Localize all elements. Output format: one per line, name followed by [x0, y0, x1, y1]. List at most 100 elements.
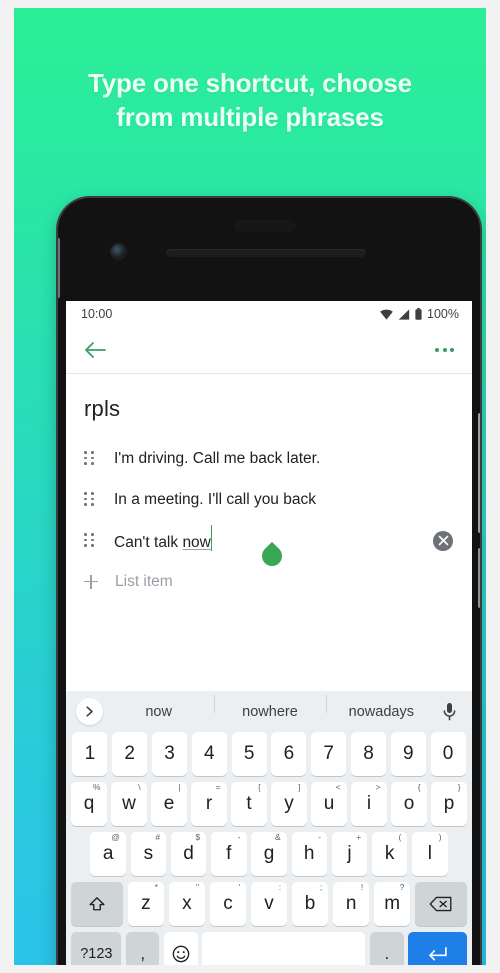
key-sup: }	[457, 782, 461, 792]
key-v[interactable]: :v	[250, 882, 288, 926]
period-key[interactable]: .	[370, 932, 404, 965]
key-sup: {	[417, 782, 421, 792]
key-7[interactable]: 7	[311, 732, 347, 776]
headline-line-2: from multiple phrases	[116, 102, 384, 132]
key-6[interactable]: 6	[271, 732, 307, 776]
phrase-text-plain: Can't talk	[114, 533, 183, 551]
key-e[interactable]: | e	[151, 782, 187, 826]
suggestion-items: now nowhere nowadays	[103, 694, 437, 720]
key-i[interactable]: > i	[351, 782, 387, 826]
key-p[interactable]: } p	[431, 782, 467, 826]
key-h[interactable]: -h	[291, 832, 327, 876]
key-k[interactable]: (k	[371, 832, 408, 876]
key-sup: ;	[319, 882, 323, 892]
key-label: e	[163, 793, 175, 814]
drag-handle-icon[interactable]	[84, 492, 96, 507]
key-sup: $	[195, 832, 201, 842]
key-label: a	[102, 843, 114, 864]
status-time: 10:00	[81, 307, 113, 321]
keyboard-row-function: ?123 , .	[66, 932, 472, 965]
phrase-text[interactable]: I'm driving. Call me back later.	[114, 450, 320, 468]
key-label: f	[226, 843, 232, 864]
key-l[interactable]: ) l	[412, 832, 448, 876]
key-o[interactable]: {o	[391, 782, 427, 826]
key-b[interactable]: ; b	[291, 882, 329, 926]
key-3[interactable]: 3	[152, 732, 188, 776]
key-label: n	[345, 893, 357, 914]
key-sup: (	[398, 832, 402, 842]
drag-handle-icon[interactable]	[84, 533, 96, 548]
suggestion-nowhere[interactable]: nowhere	[214, 694, 325, 720]
shortcut-field[interactable]: rpls	[66, 374, 472, 428]
key-r[interactable]: = r	[191, 782, 227, 826]
key-sup: #	[155, 832, 161, 842]
phrase-row[interactable]: I'm driving. Call me back later.	[66, 438, 472, 479]
key-label: j	[347, 843, 352, 864]
phrase-text[interactable]: In a meeting. I'll call you back	[114, 491, 316, 509]
key-m[interactable]: ? m	[374, 882, 411, 926]
keyboard-row-top: % q \ w | e = r [t ] y < u > i {o } p	[66, 782, 472, 826]
key-5[interactable]: 5	[231, 732, 267, 776]
key-q[interactable]: % q	[71, 782, 107, 826]
phrase-text-spellchecked: now	[182, 533, 211, 551]
status-bar: 10:00 100%	[66, 301, 472, 327]
key-label: q	[83, 793, 95, 814]
key-label: d	[183, 843, 194, 864]
symbols-key[interactable]: ?123	[71, 932, 122, 965]
key-d[interactable]: $ d	[170, 832, 207, 876]
key-sup: \	[138, 782, 141, 792]
key-9[interactable]: 9	[390, 732, 426, 776]
key-label: t	[246, 793, 252, 814]
overflow-menu-icon[interactable]	[435, 348, 454, 352]
drag-handle-icon[interactable]	[84, 451, 96, 466]
suggestion-now[interactable]: now	[103, 704, 214, 720]
add-list-item-row[interactable]: List item	[66, 561, 472, 602]
key-t[interactable]: [t	[231, 782, 267, 826]
key-s[interactable]: # s	[130, 832, 167, 876]
backspace-icon[interactable]	[415, 882, 467, 926]
key-8[interactable]: 8	[350, 732, 386, 776]
add-list-item-label: List item	[115, 572, 173, 590]
clear-circle-icon[interactable]	[433, 530, 453, 551]
key-sup: @	[111, 832, 120, 842]
key-4[interactable]: 4	[191, 732, 227, 776]
on-screen-keyboard: now nowhere nowadays 1 2 3 4 5 6 7 8 9 0…	[66, 691, 472, 965]
speaker-grille-icon	[166, 249, 366, 257]
key-a[interactable]: @ a	[90, 832, 126, 876]
key-sup: :	[278, 882, 282, 892]
key-label: w	[122, 793, 136, 814]
key-sup: |	[178, 782, 181, 792]
key-n[interactable]: ! n	[332, 882, 370, 926]
space-key[interactable]	[202, 932, 366, 965]
key-1[interactable]: 1	[72, 732, 108, 776]
phone-top-bezel	[58, 198, 480, 308]
phrase-text[interactable]: Can't talk now	[114, 524, 213, 554]
key-sup: +	[356, 832, 362, 842]
suggestion-nowadays[interactable]: nowadays	[325, 694, 437, 720]
back-arrow-icon[interactable]	[84, 340, 106, 360]
chevron-right-icon[interactable]	[76, 698, 103, 725]
key-j[interactable]: + j	[331, 832, 368, 876]
emoji-icon[interactable]	[164, 932, 198, 965]
key-c[interactable]: ' c	[209, 882, 247, 926]
phrase-row[interactable]: In a meeting. I'll call you back	[66, 479, 472, 520]
key-f[interactable]: -f	[211, 832, 247, 876]
key-sup: '	[238, 882, 241, 892]
key-u[interactable]: < u	[311, 782, 347, 826]
key-0[interactable]: 0	[430, 732, 466, 776]
key-g[interactable]: & g	[251, 832, 287, 876]
enter-icon[interactable]	[408, 932, 467, 965]
key-x[interactable]: " x	[168, 882, 206, 926]
microphone-icon[interactable]	[437, 702, 461, 721]
key-w[interactable]: \ w	[111, 782, 147, 826]
key-2[interactable]: 2	[112, 732, 148, 776]
battery-percent: 100%	[427, 307, 459, 321]
comma-key[interactable]: ,	[126, 932, 160, 965]
shift-icon[interactable]	[71, 882, 123, 926]
key-sup: *	[154, 882, 158, 892]
key-z[interactable]: * z	[127, 882, 164, 926]
key-sup: [	[258, 782, 261, 792]
phrase-row-focused[interactable]: Can't talk now	[66, 520, 472, 571]
key-y[interactable]: ] y	[271, 782, 307, 826]
key-label: p	[443, 793, 455, 814]
